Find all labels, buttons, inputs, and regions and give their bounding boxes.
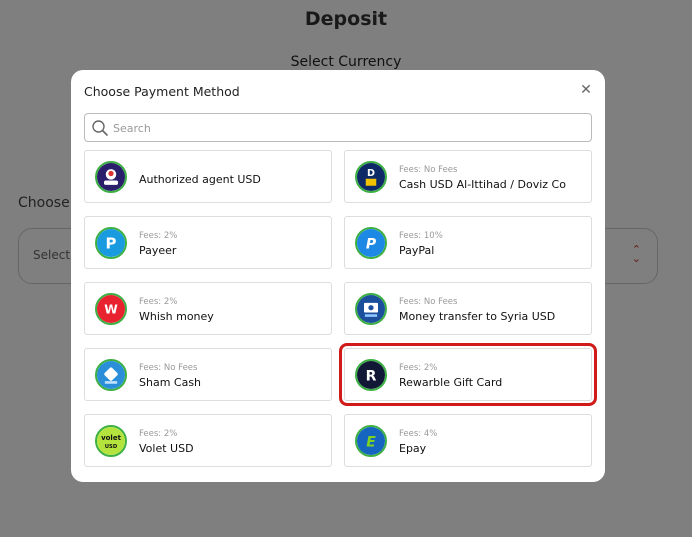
payment-method-card-money-transfer[interactable]: Fees: No Fees Money transfer to Syria US… bbox=[344, 282, 592, 335]
money-transfer-icon bbox=[355, 293, 387, 325]
payment-method-name: Volet USD bbox=[139, 442, 194, 455]
payment-method-name: Payeer bbox=[139, 244, 177, 257]
search-icon bbox=[92, 120, 108, 136]
authorized-agent-icon bbox=[95, 161, 127, 193]
fees-label: Fees: 4% bbox=[399, 429, 438, 439]
payment-method-card-rewarble[interactable]: R Fees: 2% Rewarble Gift Card bbox=[339, 343, 597, 406]
svg-text:volet: volet bbox=[101, 434, 122, 442]
fees-label: Fees: 10% bbox=[399, 231, 443, 241]
whish-icon: W bbox=[95, 293, 127, 325]
svg-text:W: W bbox=[104, 302, 118, 316]
svg-text:E: E bbox=[366, 434, 376, 450]
modal-title: Choose Payment Method bbox=[84, 84, 240, 99]
volet-icon: volet USD bbox=[95, 425, 127, 457]
payment-method-name: Money transfer to Syria USD bbox=[399, 310, 556, 323]
fees-label: Fees: No Fees bbox=[399, 297, 458, 307]
payment-method-card-sham-cash[interactable]: Fees: No Fees Sham Cash bbox=[84, 348, 332, 401]
payment-method-name: Sham Cash bbox=[139, 376, 202, 389]
rewarble-icon: R bbox=[355, 359, 387, 391]
payment-method-card-doviz[interactable]: D Fees: No Fees Cash USD Al-Ittihad / Do… bbox=[344, 150, 592, 203]
payment-method-name: Cash USD Al-Ittihad / Doviz Co bbox=[399, 178, 566, 191]
fees-label: Fees: 2% bbox=[139, 429, 178, 439]
payment-method-modal: Choose Payment Method ✕ Authorized agent… bbox=[71, 70, 605, 482]
svg-text:R: R bbox=[366, 368, 377, 384]
svg-text:D: D bbox=[367, 168, 375, 179]
fees-label: Fees: No Fees bbox=[139, 363, 198, 373]
payment-method-card-paypal[interactable]: P Fees: 10% PayPal bbox=[344, 216, 592, 269]
svg-text:USD: USD bbox=[105, 444, 118, 450]
payment-method-card-authorized-agent[interactable]: Authorized agent USD bbox=[84, 150, 332, 203]
close-icon[interactable]: ✕ bbox=[579, 83, 593, 97]
payment-method-name: Whish money bbox=[139, 310, 214, 323]
payment-method-name: Authorized agent USD bbox=[139, 173, 261, 186]
payment-method-name: Rewarble Gift Card bbox=[399, 376, 503, 389]
payment-method-card-payeer[interactable]: P Fees: 2% Payeer bbox=[84, 216, 332, 269]
fees-label: Fees: 2% bbox=[399, 363, 438, 373]
fees-label: Fees: No Fees bbox=[399, 165, 458, 175]
doviz-icon: D bbox=[355, 161, 387, 193]
payment-method-name: PayPal bbox=[399, 244, 435, 257]
search-box bbox=[84, 113, 592, 142]
sham-cash-icon bbox=[95, 359, 127, 391]
fees-label: Fees: 2% bbox=[139, 231, 178, 241]
paypal-icon: P bbox=[355, 227, 387, 259]
epay-icon: E bbox=[355, 425, 387, 457]
svg-text:P: P bbox=[106, 234, 117, 252]
payeer-icon: P bbox=[95, 227, 127, 259]
payment-method-card-epay[interactable]: E Fees: 4% Epay bbox=[344, 414, 592, 467]
svg-text:P: P bbox=[366, 236, 377, 252]
payment-method-card-whish[interactable]: W Fees: 2% Whish money bbox=[84, 282, 332, 335]
payment-method-card-volet[interactable]: volet USD Fees: 2% Volet USD bbox=[84, 414, 332, 467]
search-input[interactable] bbox=[113, 118, 583, 138]
fees-label: Fees: 2% bbox=[139, 297, 178, 307]
payment-method-name: Epay bbox=[399, 442, 427, 455]
